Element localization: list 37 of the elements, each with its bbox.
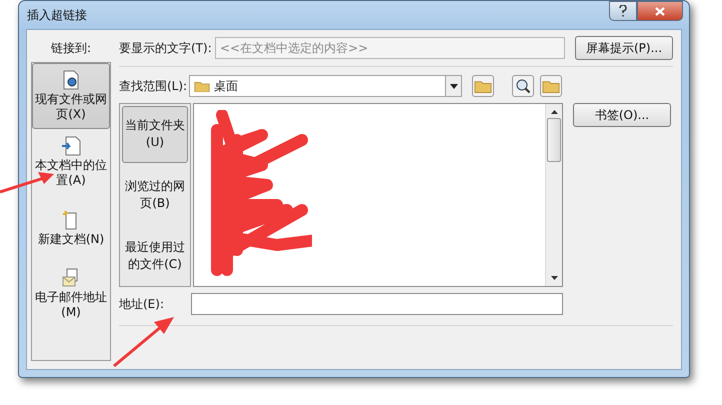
document-globe-icon <box>62 70 80 90</box>
link-type-item[interactable]: 本文档中的位置(A) <box>32 129 110 195</box>
link-type-item[interactable]: 现有文件或网页(X) <box>32 63 110 129</box>
link-type-item[interactable]: 新建文档(N) <box>32 195 110 261</box>
link-to-label: 链接到: <box>50 40 92 57</box>
help-button[interactable] <box>609 1 637 21</box>
annotation-arrow <box>112 314 176 368</box>
window-title: 插入超链接 <box>27 6 88 24</box>
up-folder-button[interactable] <box>472 75 494 97</box>
mail-document-icon <box>62 268 80 288</box>
source-item[interactable]: 浏览过的网页(B) <box>122 166 188 224</box>
folder-icon <box>474 78 492 94</box>
scroll-down-icon <box>550 276 558 280</box>
source-item[interactable]: 当前文件夹(U) <box>122 106 188 163</box>
browse-folder-button[interactable] <box>540 75 562 97</box>
annotation-arrow <box>0 170 56 194</box>
folder-icon <box>194 80 210 92</box>
address-label: 地址(E): <box>119 296 165 312</box>
close-button[interactable] <box>637 1 683 21</box>
scrollbar[interactable] <box>545 104 562 286</box>
source-item[interactable]: 最近使用过的文件(C) <box>122 227 188 284</box>
dropdown-caret-icon[interactable] <box>445 76 461 96</box>
help-icon <box>619 5 627 17</box>
display-text-label: 要显示的文字(T): <box>119 40 213 56</box>
close-icon <box>655 6 665 16</box>
scroll-up-icon <box>550 110 558 114</box>
screen-tip-button[interactable]: 屏幕提示(P)... <box>575 36 673 60</box>
scroll-thumb[interactable] <box>547 118 561 162</box>
document-arrow-icon <box>61 136 81 156</box>
bookmark-button[interactable]: 书签(O)... <box>573 103 671 127</box>
file-list[interactable] <box>193 103 563 287</box>
folder-icon <box>542 78 560 94</box>
look-in-dropdown[interactable]: 桌面 <box>189 75 462 97</box>
link-type-item[interactable]: 电子邮件地址(M) <box>32 261 110 327</box>
web-search-button[interactable] <box>512 75 534 97</box>
look-in-label: 查找范围(L): <box>119 78 188 94</box>
address-field[interactable] <box>191 293 563 315</box>
